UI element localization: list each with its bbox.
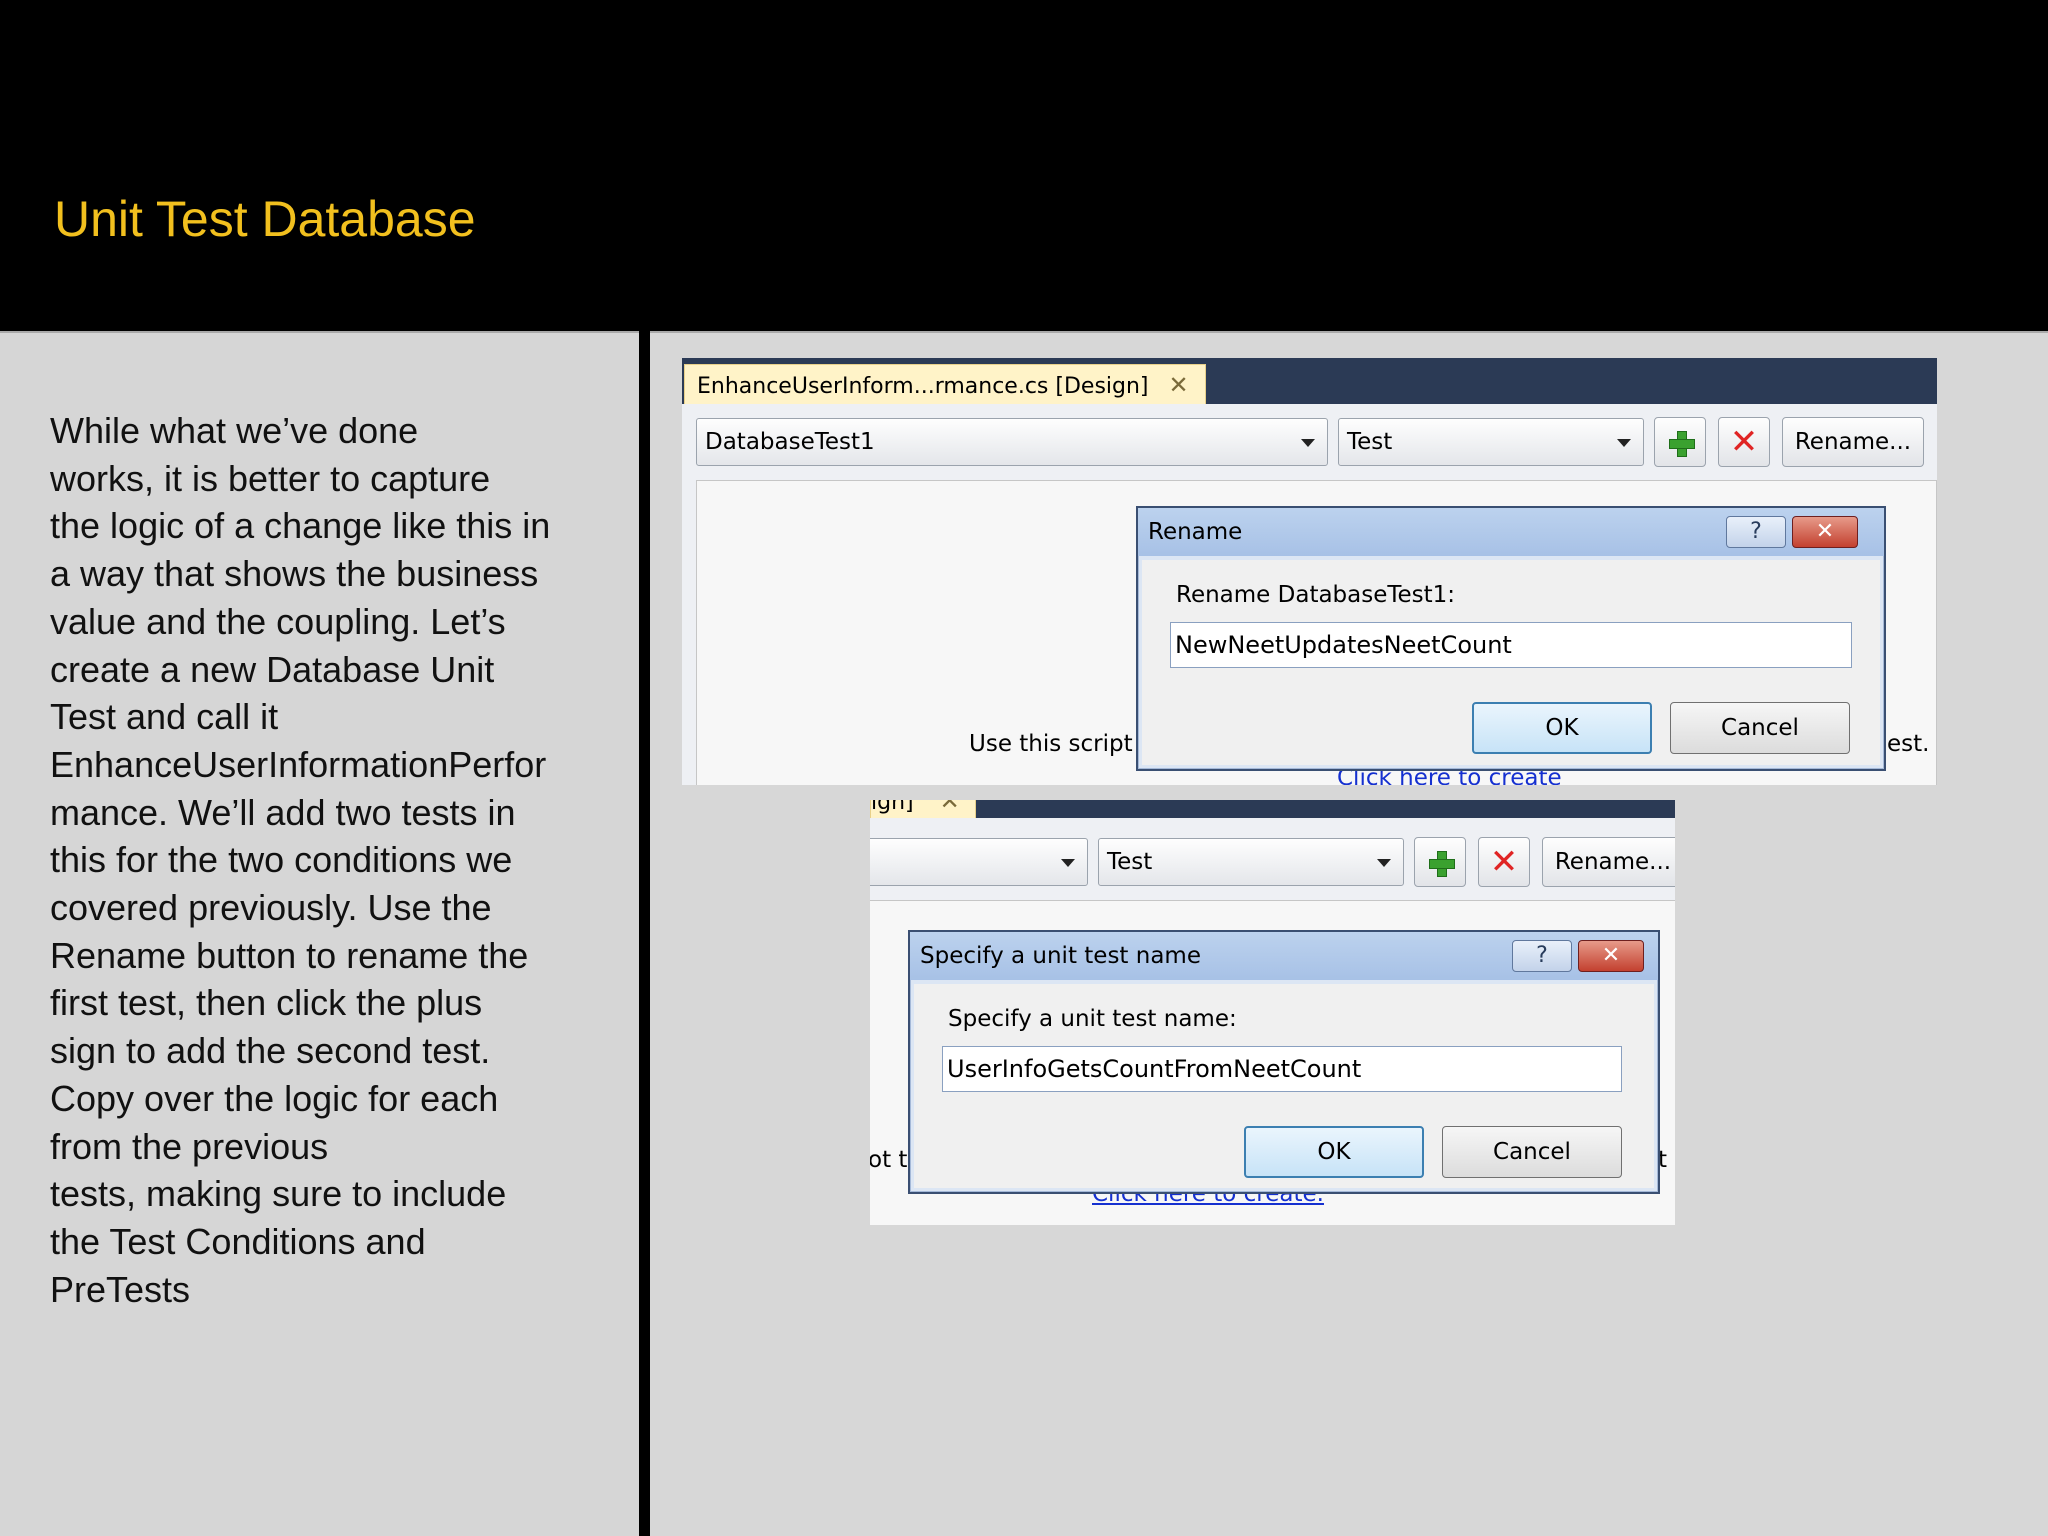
tab-strip	[870, 800, 1675, 818]
add-test-button[interactable]	[1414, 837, 1466, 887]
body-text: While what we’ve done works, it is bette…	[50, 407, 630, 1313]
chevron-down-icon	[1617, 439, 1631, 447]
rename-dialog: Rename ? ✕ Rename DatabaseTest1: NewNeet…	[1136, 506, 1886, 771]
body-line: value and the coupling. Let’s	[50, 600, 506, 642]
body-line: this for the two conditions we	[50, 839, 513, 881]
unit-test-name-input[interactable]: UserInfoGetsCountFromNeetCount	[942, 1046, 1622, 1092]
ok-button[interactable]: OK	[1244, 1126, 1424, 1178]
body-line: works, it is better to capture	[50, 457, 491, 499]
test-selector-dropdown[interactable]: DatabaseTest1	[696, 418, 1328, 466]
screenshot-rename-dialog: EnhanceUserInform...rmance.cs [Design] ✕ …	[682, 358, 1937, 785]
rename-button[interactable]: Rename...	[1782, 417, 1924, 467]
delete-test-button[interactable]: ✕	[1718, 417, 1770, 467]
screenshot-unit-test-name-dialog: ign] ✕ Test ✕ Rename... ot to t Click her…	[870, 800, 1675, 1225]
dialog-body: Specify a unit test name: UserInfoGetsCo…	[914, 984, 1654, 1188]
unit-test-name-prompt-label: Specify a unit test name:	[948, 1006, 1237, 1032]
close-icon[interactable]: ✕	[1169, 365, 1189, 405]
body-line: mance. We’ll add two tests in	[50, 791, 516, 833]
body-line: Test and call it	[50, 696, 279, 738]
chevron-down-icon	[1301, 439, 1315, 447]
slide-title: Unit Test Database	[54, 191, 476, 247]
plus-icon	[1429, 851, 1455, 877]
close-icon[interactable]: ✕	[1792, 516, 1858, 548]
body-line: from the previous	[50, 1125, 329, 1167]
test-type-value: Test	[1107, 849, 1153, 875]
body-line: covered previously. Use the	[50, 887, 492, 929]
body-line: EnhanceUserInformationPerfor	[50, 743, 547, 785]
body-line: PreTests	[50, 1268, 191, 1310]
test-type-value: Test	[1347, 429, 1393, 455]
document-tab-label: EnhanceUserInform...rmance.cs [Design]	[697, 374, 1149, 399]
ok-button[interactable]: OK	[1472, 702, 1652, 754]
unit-test-name-dialog: Specify a unit test name ? ✕ Specify a u…	[908, 930, 1660, 1194]
document-tab[interactable]: EnhanceUserInform...rmance.cs [Design] ✕	[684, 364, 1206, 404]
test-selector-value: DatabaseTest1	[705, 429, 875, 455]
add-test-button[interactable]	[1654, 417, 1706, 467]
test-type-dropdown[interactable]: Test	[1098, 838, 1404, 886]
body-line: While what we’ve done	[50, 410, 419, 451]
top-right-panel	[650, 0, 2048, 320]
test-selector-dropdown[interactable]	[870, 838, 1088, 886]
help-icon[interactable]: ?	[1512, 940, 1572, 972]
dialog-body: Rename DatabaseTest1: NewNeetUpdatesNeet…	[1142, 560, 1880, 765]
body-line: the logic of a change like this in	[50, 505, 551, 547]
delete-test-button[interactable]: ✕	[1478, 837, 1530, 887]
rename-input[interactable]: NewNeetUpdatesNeetCount	[1170, 622, 1852, 668]
test-type-dropdown[interactable]: Test	[1338, 418, 1644, 466]
help-icon[interactable]: ?	[1726, 516, 1786, 548]
body-line: the Test Conditions and	[50, 1220, 426, 1262]
close-icon[interactable]: ✕	[940, 800, 960, 819]
body-line: a way that shows the business	[50, 553, 539, 595]
body-line: first test, then click the plus	[50, 982, 483, 1024]
red-x-icon: ✕	[1729, 422, 1759, 462]
cancel-button[interactable]: Cancel	[1442, 1126, 1622, 1178]
rename-prompt-label: Rename DatabaseTest1:	[1176, 582, 1456, 608]
body-line: tests, making sure to include	[50, 1173, 507, 1215]
background-hint-text-right: est.	[1887, 731, 1930, 757]
body-line: sign to add the second test.	[50, 1030, 491, 1072]
chevron-down-icon	[1377, 859, 1391, 867]
plus-icon	[1669, 431, 1695, 457]
background-hint-text: Use this script t	[969, 731, 1149, 757]
body-line: Copy over the logic for each	[50, 1077, 499, 1119]
chevron-down-icon	[1061, 859, 1075, 867]
red-x-icon: ✕	[1489, 842, 1519, 882]
rename-button[interactable]: Rename...	[1542, 837, 1675, 887]
body-line: Rename button to rename the	[50, 934, 529, 976]
body-line: create a new Database Unit	[50, 648, 495, 690]
body-panel: While what we’ve done works, it is bette…	[0, 331, 639, 1536]
title-panel: Unit Test Database	[0, 0, 639, 320]
cancel-button[interactable]: Cancel	[1670, 702, 1850, 754]
close-icon[interactable]: ✕	[1578, 940, 1644, 972]
document-tab-fragment[interactable]: ign] ✕	[870, 800, 976, 818]
document-tab-label: ign]	[871, 800, 914, 815]
